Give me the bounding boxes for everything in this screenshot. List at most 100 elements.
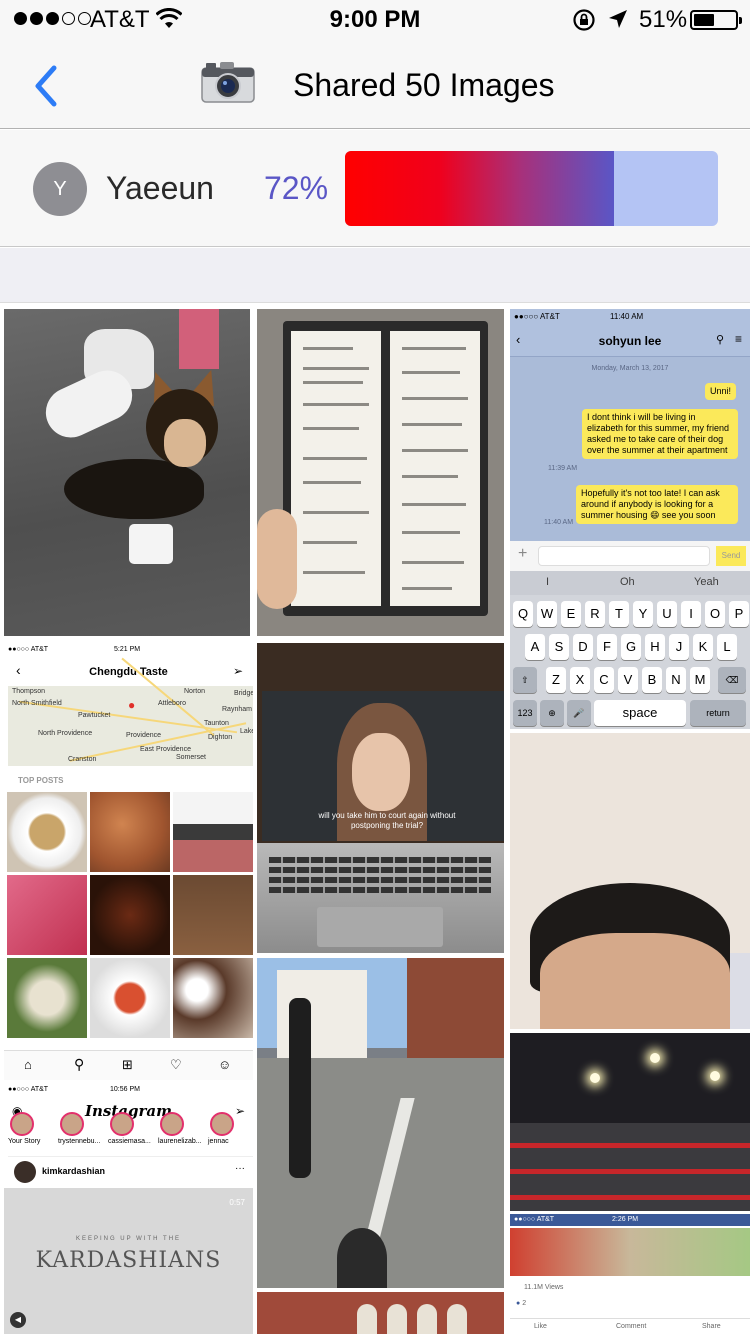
clock: 9:00 PM <box>329 6 421 33</box>
navigation-bar: Shared 50 Images <box>0 40 750 129</box>
story-avatar <box>110 1112 134 1136</box>
map-label: Attleboro <box>158 700 187 707</box>
map: ● Thompson North Smithfield Attleboro Norto… <box>8 657 253 766</box>
screenshot-status-bar: ●●○○○ AT&T 2:26 PM <box>510 1214 750 1226</box>
battery-percent: 51% <box>639 6 688 33</box>
photo-chengdu-screenshot[interactable]: ●●○○○ AT&T 5:21 PM ‹ Chengdu Taste ➢ ● T… <box>4 640 253 1080</box>
keyboard-key: V <box>618 667 638 693</box>
user-share-row[interactable]: Y Yaeeun 72% <box>0 130 750 247</box>
map-label: Providence <box>126 732 162 739</box>
rotation-lock-icon <box>572 8 596 37</box>
keyboard-key: D <box>573 634 593 660</box>
back-button[interactable] <box>30 62 70 110</box>
map-label: Cranston <box>68 756 97 763</box>
share-percent: 72% <box>264 170 329 206</box>
home-icon: ⌂ <box>24 1057 32 1072</box>
keyboard-key: Q <box>513 601 533 627</box>
photo-instagram-screenshot[interactable]: ●●○○○ AT&T 10:56 PM ◉ Instagram ➢ Your S… <box>4 1082 253 1334</box>
send-icon: ➢ <box>234 1104 245 1118</box>
menu-icon: ≡ <box>734 332 742 346</box>
keyboard-key: B <box>642 667 662 693</box>
keyboard-key: O <box>705 601 725 627</box>
keyboard-key: W <box>537 601 557 627</box>
keyboard-key: return <box>690 700 746 726</box>
keyboard-key: F <box>597 634 617 660</box>
keyboard-key: M <box>690 667 710 693</box>
keyboard-key: R <box>585 601 605 627</box>
keyboard-key: G <box>621 634 641 660</box>
keyboard-key: T <box>609 601 629 627</box>
post-header: kimkardashian ··· <box>8 1156 253 1186</box>
photo-go-kart-track[interactable] <box>510 1033 750 1211</box>
post-username: kimkardashian <box>42 1166 106 1176</box>
map-label: Bridge <box>234 690 253 697</box>
view-count: 11.1M Views <box>524 1284 564 1291</box>
map-label: Taunton <box>204 720 229 727</box>
story-label: jennac <box>208 1138 229 1145</box>
chat-header: ‹ sohyun lee ⚲ ≡ <box>510 325 750 357</box>
photo-chat-screenshot[interactable]: ●●○○○ AT&T 11:40 AM ‹ sohyun lee ⚲ ≡ Mon… <box>510 309 750 729</box>
location-icon <box>608 9 628 34</box>
section-divider <box>0 248 750 303</box>
keyboard-key: P <box>729 601 749 627</box>
map-label: Lake <box>240 728 253 735</box>
story-avatar <box>60 1112 84 1136</box>
keyboard-key: X <box>570 667 590 693</box>
photo-selfie[interactable] <box>510 733 750 1029</box>
keyboard-key: L <box>717 634 737 660</box>
photo-facebook-screenshot[interactable]: ●●○○○ AT&T 2:26 PM 11.1M Views ● 2 Like … <box>510 1214 750 1334</box>
share-label: Share <box>702 1323 721 1330</box>
story-avatar <box>10 1112 34 1136</box>
photo-dog[interactable] <box>4 309 250 636</box>
chat-time: 11:39 AM <box>548 465 578 472</box>
search-icon: ⚲ <box>74 1056 85 1072</box>
map-label: North Smithfield <box>12 700 62 707</box>
photo-brick-building[interactable] <box>257 1292 504 1334</box>
heart-icon: ♡ <box>170 1057 182 1072</box>
camera-icon <box>200 60 256 109</box>
photo-restaurant-menu[interactable] <box>257 309 504 636</box>
suggestion: Yeah <box>694 576 719 588</box>
keyboard: I Oh Yeah Q W E R T Y U I O P A S D F G H J K L ⇧ Z X C V B N M ⌫ 12… <box>510 571 750 729</box>
plus-icon: + <box>518 545 528 562</box>
chat-message: Hopefully it's not too late! I can ask a… <box>576 485 738 524</box>
screenshot-carrier: ●●○○○ AT&T <box>8 1086 49 1093</box>
chat-message: I dont think i will be living in elizabe… <box>582 409 738 459</box>
post-video <box>510 1228 750 1276</box>
chat-time: 11:40 AM <box>544 519 574 526</box>
screenshot-carrier: ●●○○○ AT&T <box>514 312 560 321</box>
post-video: 0:57 KEEPING UP WITH THE KARDASHIANS ◀ <box>4 1188 253 1334</box>
send-icon: ➢ <box>232 664 243 678</box>
story-avatar <box>160 1112 184 1136</box>
map-label: Somerset <box>176 754 206 761</box>
map-label: Thompson <box>12 688 46 695</box>
search-icon: ⚲ <box>715 334 724 346</box>
chat-input-bar: + Send <box>510 541 750 571</box>
story-avatar <box>210 1112 234 1136</box>
photo-street[interactable] <box>257 958 504 1288</box>
keyboard-key: 🎤 <box>567 700 591 726</box>
chat-send-label: Send <box>716 546 746 566</box>
more-icon: ··· <box>235 1163 245 1174</box>
profile-icon: ☺ <box>218 1057 232 1072</box>
comment-label: Comment <box>616 1323 647 1330</box>
photo-laptop-drama[interactable]: will you take him to court again without… <box>257 643 504 953</box>
map-label: East Providence <box>140 746 191 753</box>
photo-grid: ●●○○○ AT&T 11:40 AM ‹ sohyun lee ⚲ ≡ Mon… <box>0 304 750 1334</box>
top-posts-heading: TOP POSTS <box>18 776 64 785</box>
keyboard-key: S <box>549 634 569 660</box>
screenshot-time: 2:26 PM <box>612 1216 639 1223</box>
add-icon: ⊞ <box>122 1057 133 1072</box>
post-actions: Like Comment Share <box>510 1318 750 1334</box>
chat-input <box>538 546 710 566</box>
screenshot-status-bar: ●●○○○ AT&T 11:40 AM <box>510 309 750 325</box>
chevron-left-icon <box>35 65 57 107</box>
chat-message: Unni! <box>705 383 737 400</box>
battery-level <box>694 14 715 26</box>
map-label: Dighton <box>208 734 233 741</box>
reaction-count-value: 2 <box>522 1300 527 1307</box>
story-label: Your Story <box>8 1138 41 1145</box>
video-subtitle: will you take him to court again without… <box>318 811 456 830</box>
video-duration: 0:57 <box>229 1198 245 1207</box>
map-pin-icon: ● <box>128 698 136 712</box>
